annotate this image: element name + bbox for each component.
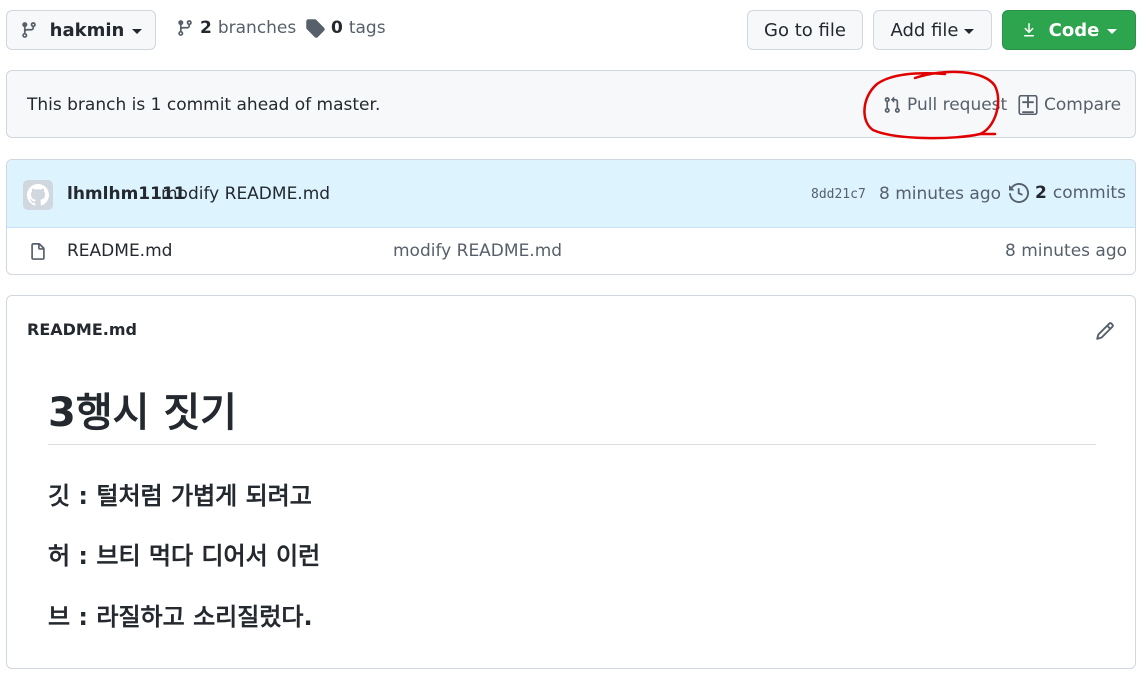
readme-line: 깃 : 털처럼 가볍게 되려고 [48,482,312,510]
chevron-down-icon [132,28,143,34]
tags-count: 0 [331,18,343,38]
avatar[interactable] [23,180,53,210]
file-listing: lhmlhm1111 modify README.md 8dd21c7 8 mi… [6,159,1136,275]
tag-icon [305,18,325,38]
branch-status-text: This branch is 1 commit ahead of master. [27,95,381,115]
latest-commit-row: lhmlhm1111 modify README.md 8dd21c7 8 mi… [7,160,1135,228]
readme-line: 브 : 라질하고 소리질렀다. [48,603,313,631]
branches-link[interactable]: 2 branches [176,18,296,38]
download-icon [1021,22,1037,38]
commit-sha[interactable]: 8dd21c7 [811,187,866,202]
commit-time: 8 minutes ago [879,184,1002,204]
add-file-label: Add file [890,19,959,41]
file-commit-time: 8 minutes ago [1005,241,1128,261]
compare-link[interactable]: Compare [1018,95,1121,115]
compare-label: Compare [1044,95,1122,115]
code-button[interactable]: Code [1002,10,1136,50]
readme-divider [48,444,1096,445]
github-icon [27,184,49,206]
tags-link[interactable]: 0 tags [305,18,386,38]
file-commit-message[interactable]: modify README.md [393,241,562,261]
git-branch-icon [20,21,38,39]
branch-name: hakmin [49,19,125,41]
chevron-down-icon [964,28,975,34]
chevron-down-icon [1107,28,1118,34]
code-label: Code [1048,19,1100,41]
file-name[interactable]: README.md [67,241,172,261]
go-to-file-label: Go to file [764,19,846,41]
git-branch-icon [176,19,194,37]
go-to-file-button[interactable]: Go to file [747,10,863,50]
diff-icon [1018,95,1038,115]
branches-label: branches [217,18,297,38]
commits-count: 2 [1035,183,1047,203]
file-row[interactable]: README.md modify README.md 8 minutes ago [7,228,1135,274]
pencil-icon[interactable] [1095,321,1115,341]
red-circle-annotation [863,70,1000,140]
commits-label: commits [1052,183,1126,203]
history-icon [1009,183,1029,203]
file-icon [29,242,47,262]
readme-filename: README.md [27,320,137,339]
branch-selector-button[interactable]: hakmin [6,10,156,50]
readme-line: 허 : 브티 먹다 디어서 이런 [48,542,321,570]
branches-count: 2 [200,18,212,38]
readme-heading: 3행시 짓기 [48,390,237,436]
commits-link[interactable]: 2 commits [1009,183,1126,203]
tags-label: tags [348,18,386,38]
commit-message[interactable]: modify README.md [161,184,330,204]
add-file-button[interactable]: Add file [873,10,992,50]
readme-panel: README.md 3행시 짓기 깃 : 털처럼 가볍게 되려고 허 : 브티 … [6,295,1136,669]
